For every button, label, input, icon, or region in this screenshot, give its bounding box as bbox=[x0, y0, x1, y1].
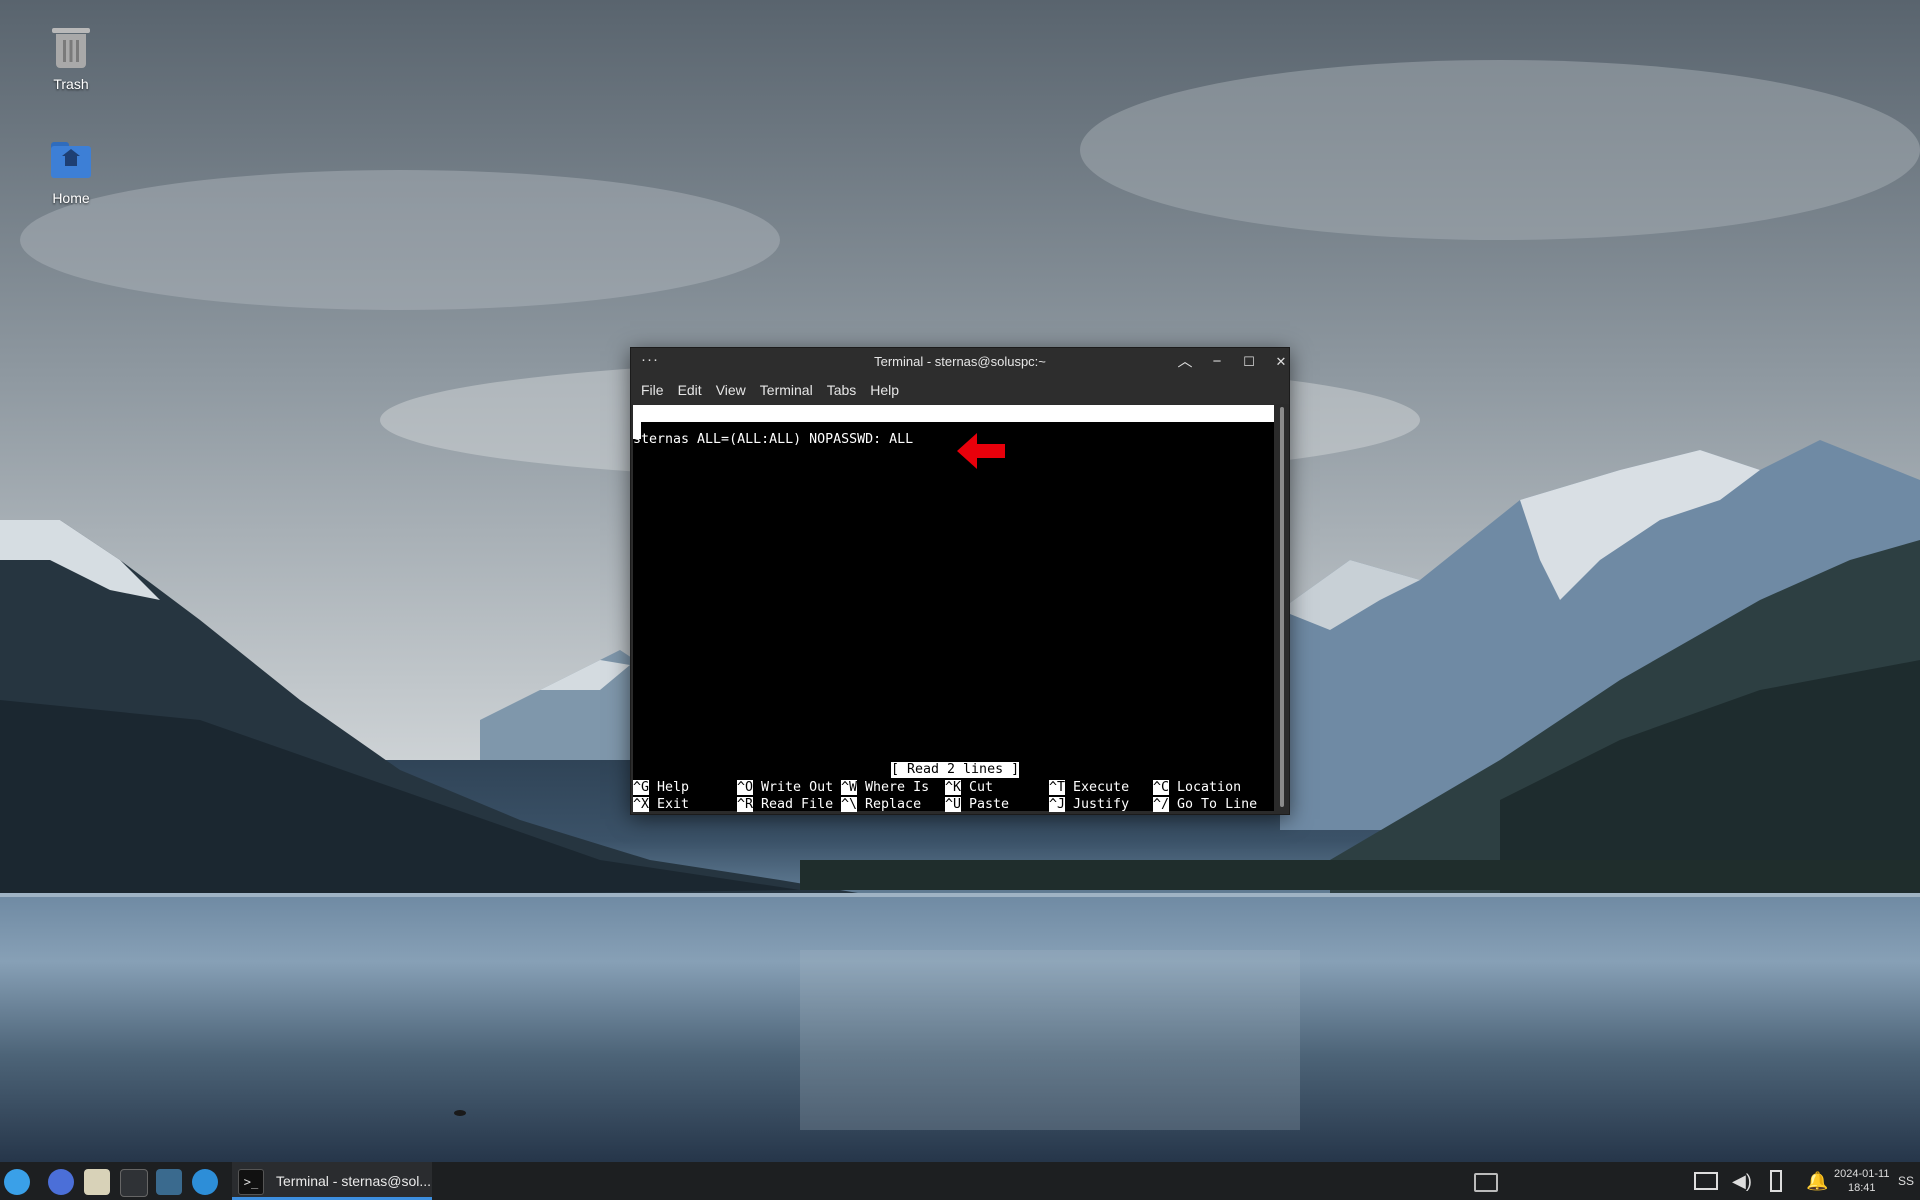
shortcut-key: ^T bbox=[1049, 780, 1066, 795]
shortcut-label: Execute bbox=[1073, 780, 1130, 795]
terminal-content[interactable]: GNU nano 7.2 /etc/sudoers sternas ALL=(A… bbox=[633, 405, 1274, 813]
menu-help[interactable]: Help bbox=[870, 376, 908, 404]
shortcut-key: ^G bbox=[633, 780, 650, 795]
close-button[interactable]: ✕ bbox=[1271, 352, 1291, 372]
shortcut-execute[interactable]: ^T Execute bbox=[1049, 779, 1129, 796]
shortcut-read-file[interactable]: ^R Read File bbox=[737, 796, 833, 813]
taskbar: >_ Terminal - sternas@sol... ◀) 🔔 2024-0… bbox=[0, 1162, 1920, 1200]
file-manager-icon[interactable] bbox=[84, 1169, 110, 1195]
desktop-icon-label: Trash bbox=[53, 76, 89, 92]
clock-time: 18:41 bbox=[1847, 1182, 1876, 1194]
terminal-task-icon: >_ bbox=[238, 1169, 264, 1195]
menu-view[interactable]: View bbox=[716, 376, 755, 404]
shortcut-key: ^X bbox=[633, 797, 650, 812]
notification-bell-icon[interactable]: 🔔 bbox=[1806, 1171, 1828, 1192]
shortcut-key: ^R bbox=[737, 797, 754, 812]
shortcut-label: Justify bbox=[1073, 797, 1130, 812]
shortcut-key: ^\ bbox=[841, 797, 858, 812]
shortcut-help[interactable]: ^G Help bbox=[633, 779, 689, 796]
shortcut-label: Where Is bbox=[865, 780, 930, 795]
desktop-icon-label: Home bbox=[52, 190, 90, 206]
shortcut-label: Location bbox=[1177, 780, 1242, 795]
terminal-icon[interactable] bbox=[120, 1169, 148, 1197]
clock-date: 2024-01-11 bbox=[1834, 1168, 1890, 1180]
scrollbar-thumb[interactable] bbox=[1280, 407, 1284, 807]
task-label: Terminal - sternas@sol... bbox=[276, 1173, 432, 1189]
maximize-button[interactable]: ☐ bbox=[1239, 352, 1259, 372]
user-avatar[interactable]: SS bbox=[1898, 1174, 1914, 1188]
battery-icon[interactable] bbox=[1770, 1170, 1782, 1192]
show-desktop-icon[interactable] bbox=[1474, 1173, 1498, 1192]
menu-terminal[interactable]: Terminal bbox=[760, 376, 822, 404]
shortcut-write-out[interactable]: ^O Write Out bbox=[737, 779, 833, 796]
shortcut-label: Help bbox=[657, 780, 690, 795]
shortcut-exit[interactable]: ^X Exit bbox=[633, 796, 689, 813]
shortcut-label: Read File bbox=[761, 797, 834, 812]
nano-status: [ Read 2 lines ] bbox=[891, 762, 1020, 778]
search-icon[interactable] bbox=[192, 1169, 218, 1195]
minimize-button[interactable]: − bbox=[1207, 352, 1227, 372]
shortcut-key: ^/ bbox=[1153, 797, 1170, 812]
network-icon[interactable] bbox=[1694, 1172, 1718, 1190]
shortcut-go-to-line[interactable]: ^/ Go To Line bbox=[1153, 796, 1257, 813]
task-terminal[interactable]: >_ Terminal - sternas@sol... bbox=[232, 1162, 432, 1200]
shortcut-key: ^J bbox=[1049, 797, 1066, 812]
red-arrow-icon bbox=[957, 433, 1005, 469]
terminal-window[interactable]: ··· Terminal - sternas@soluspc:~ ︿ − ☐ ✕… bbox=[630, 347, 1290, 815]
trash-icon bbox=[49, 26, 93, 70]
desktop-icon-trash[interactable]: Trash bbox=[16, 26, 126, 92]
volume-icon[interactable]: ◀) bbox=[1732, 1171, 1752, 1192]
browser-icon[interactable] bbox=[48, 1169, 74, 1195]
shortcut-label: Cut bbox=[969, 780, 994, 795]
shade-button[interactable]: ︿ bbox=[1175, 352, 1195, 372]
shortcut-label: Go To Line bbox=[1177, 797, 1258, 812]
budgie-menu-icon[interactable] bbox=[4, 1169, 30, 1195]
clock[interactable]: 2024-01-11 18:41 bbox=[1834, 1167, 1889, 1195]
shortcut-label: Paste bbox=[969, 797, 1010, 812]
shortcut-justify[interactable]: ^J Justify bbox=[1049, 796, 1129, 813]
shortcut-key: ^K bbox=[945, 780, 962, 795]
shortcut-label: Replace bbox=[865, 797, 922, 812]
shortcut-where-is[interactable]: ^W Where Is bbox=[841, 779, 929, 796]
menubar: File Edit View Terminal Tabs Help bbox=[631, 376, 1289, 404]
desktop-icon-home[interactable]: Home bbox=[16, 140, 126, 206]
shortcut-key: ^U bbox=[945, 797, 962, 812]
shortcut-label: Write Out bbox=[761, 780, 834, 795]
shortcut-key: ^C bbox=[1153, 780, 1170, 795]
shortcut-cut[interactable]: ^K Cut bbox=[945, 779, 993, 796]
shortcut-label: Exit bbox=[657, 797, 690, 812]
titlebar[interactable]: ··· Terminal - sternas@soluspc:~ ︿ − ☐ ✕ bbox=[631, 348, 1289, 376]
shortcut-replace[interactable]: ^\ Replace bbox=[841, 796, 921, 813]
menu-tabs[interactable]: Tabs bbox=[827, 376, 866, 404]
downloads-icon[interactable] bbox=[156, 1169, 182, 1195]
sudoers-line: sternas ALL=(ALL:ALL) NOPASSWD: ALL bbox=[633, 432, 914, 447]
nano-header: GNU nano 7.2 /etc/sudoers bbox=[633, 405, 1274, 455]
terminal-scrollbar[interactable] bbox=[1277, 405, 1287, 811]
menu-file[interactable]: File bbox=[641, 376, 673, 404]
shortcut-paste[interactable]: ^U Paste bbox=[945, 796, 1009, 813]
shortcut-key: ^W bbox=[841, 780, 858, 795]
shortcut-location[interactable]: ^C Location bbox=[1153, 779, 1241, 796]
home-folder-icon bbox=[49, 140, 93, 184]
shortcut-key: ^O bbox=[737, 780, 754, 795]
menu-edit[interactable]: Edit bbox=[678, 376, 711, 404]
